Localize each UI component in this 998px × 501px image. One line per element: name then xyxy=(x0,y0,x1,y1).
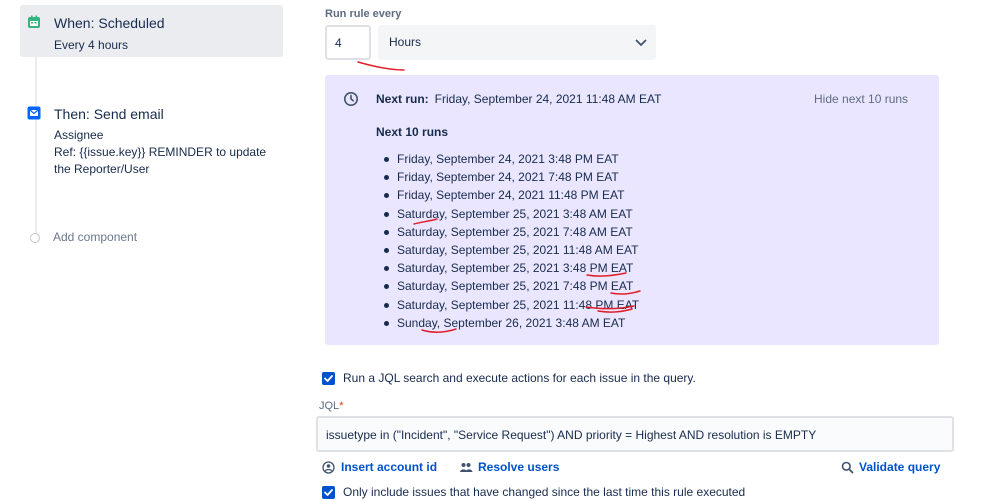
run-rule-every-label: Run rule every xyxy=(325,8,402,20)
changed-since-label: Only include issues that have changed si… xyxy=(343,485,746,499)
jql-search-label: Run a JQL search and execute actions for… xyxy=(343,371,696,385)
next-run-value: Friday, September 24, 2021 11:48 AM EAT xyxy=(434,92,662,106)
next-runs-title: Next 10 runs xyxy=(376,125,449,139)
search-icon xyxy=(841,461,854,474)
interval-unit-select[interactable]: Hours xyxy=(378,25,656,60)
insert-account-id-label: Insert account id xyxy=(341,460,438,474)
run-list-item: Friday, September 24, 2021 7:48 PM EAT xyxy=(383,168,639,186)
add-component-label: Add component xyxy=(53,230,138,244)
chevron-down-icon xyxy=(635,39,647,46)
run-list-item: Saturday, September 25, 2021 7:48 PM EAT xyxy=(383,277,639,295)
validate-query-link[interactable]: Validate query xyxy=(841,460,951,476)
run-list-item: Sunday, September 26, 2021 3:48 AM EAT xyxy=(383,314,639,332)
trigger-subtitle: Every 4 hours xyxy=(54,38,129,52)
next-run-label: Next run: xyxy=(376,92,429,106)
jql-search-option[interactable]: Run a JQL search and execute actions for… xyxy=(322,371,742,387)
run-list-item: Friday, September 24, 2021 11:48 PM EAT xyxy=(383,186,639,204)
jql-query-value: issuetype in ("Incident", "Service Reque… xyxy=(326,428,817,442)
action-details: Assignee Ref: {{issue.key}} REMINDER to … xyxy=(54,127,279,178)
jql-label-text: JQL xyxy=(319,400,340,412)
run-list-item: Saturday, September 25, 2021 3:48 AM EAT xyxy=(383,205,639,223)
calendar-icon xyxy=(28,15,40,28)
account-icon xyxy=(322,461,335,474)
mail-icon xyxy=(27,106,41,120)
run-list-item: Friday, September 24, 2021 3:48 PM EAT xyxy=(383,150,639,168)
action-title: Then: Send email xyxy=(54,106,164,122)
trigger-title: When: Scheduled xyxy=(54,15,165,31)
checkmark-icon xyxy=(324,375,333,382)
clock-icon xyxy=(344,92,358,106)
next-run-line: Next run: Friday, September 24, 2021 11:4… xyxy=(376,92,661,106)
jql-field-label: JQL* xyxy=(319,400,343,412)
run-list-item: Saturday, September 25, 2021 7:48 AM EAT xyxy=(383,223,639,241)
next-runs-panel: Next run: Friday, September 24, 2021 11:4… xyxy=(325,75,939,345)
checkmark-icon xyxy=(324,489,333,496)
people-icon xyxy=(460,463,473,472)
run-list-item: Saturday, September 25, 2021 11:48 PM EA… xyxy=(383,296,639,314)
action-step-send-email[interactable]: Then: Send email Assignee Ref: {{issue.k… xyxy=(20,100,283,190)
changed-since-checkbox[interactable] xyxy=(322,486,335,499)
annotation-mark xyxy=(357,61,405,71)
add-component-button[interactable]: Add component xyxy=(20,228,220,248)
changed-since-option[interactable]: Only include issues that have changed si… xyxy=(322,485,782,501)
hide-next-runs-link[interactable]: Hide next 10 runs xyxy=(814,92,908,106)
interval-unit-value: Hours xyxy=(389,35,422,49)
insert-account-id-link[interactable]: Insert account id xyxy=(322,460,442,476)
run-list-item: Saturday, September 25, 2021 3:48 PM EAT xyxy=(383,259,639,277)
validate-query-label: Validate query xyxy=(859,460,941,474)
run-list-item: Saturday, September 25, 2021 11:48 AM EA… xyxy=(383,241,639,259)
add-component-dot-icon xyxy=(30,233,40,243)
resolve-users-link[interactable]: Resolve users xyxy=(459,460,559,476)
jql-search-checkbox[interactable] xyxy=(322,372,335,385)
trigger-step-scheduled[interactable]: When: Scheduled Every 4 hours xyxy=(20,5,283,57)
required-marker: * xyxy=(339,400,344,412)
action-recipient: Assignee xyxy=(54,128,104,142)
interval-number-input[interactable]: 4 xyxy=(325,25,371,60)
next-runs-list: Friday, September 24, 2021 3:48 PM EAT F… xyxy=(383,150,639,332)
jql-query-input[interactable]: issuetype in ("Incident", "Service Reque… xyxy=(316,416,954,452)
action-subject: Ref: {{issue.key}} REMINDER to update th… xyxy=(54,145,267,176)
resolve-users-label: Resolve users xyxy=(478,460,560,474)
